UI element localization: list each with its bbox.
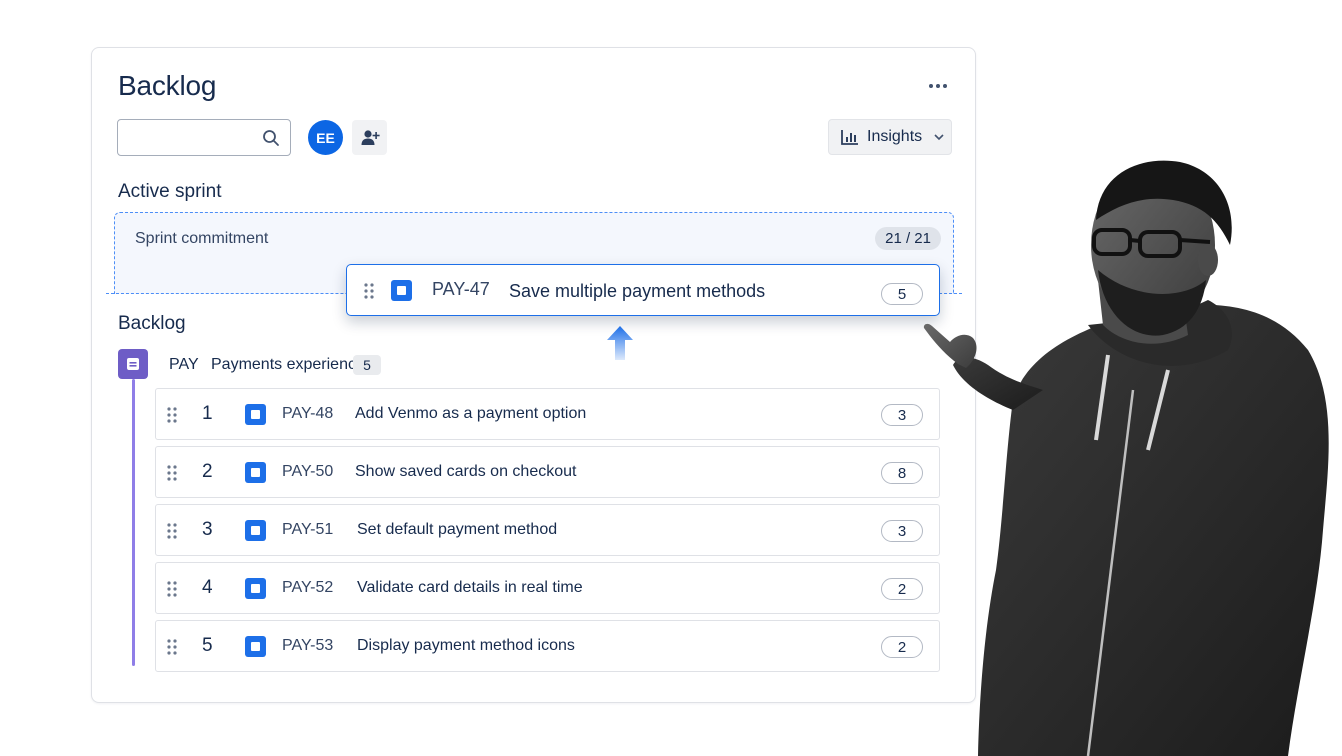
issue-key[interactable]: PAY-52 [282, 579, 333, 597]
backlog-item-3[interactable]: 3 PAY-51 Set default payment method 3 [155, 504, 940, 556]
epic-name[interactable]: Payments experience [211, 356, 365, 374]
bar-chart-icon [841, 130, 858, 145]
story-points[interactable]: 5 [881, 283, 923, 305]
story-points[interactable]: 2 [881, 578, 923, 600]
drag-handle-icon[interactable] [166, 522, 178, 540]
story-icon [245, 578, 266, 599]
dragged-issue-card[interactable]: PAY-47 Save multiple payment methods 5 [346, 264, 940, 316]
issue-key[interactable]: PAY-51 [282, 521, 333, 539]
issue-summary[interactable]: Save multiple payment methods [509, 281, 765, 302]
issue-summary[interactable]: Add Venmo as a payment option [355, 405, 586, 423]
backlog-item-4[interactable]: 4 PAY-52 Validate card details in real t… [155, 562, 940, 614]
item-rank: 1 [202, 403, 213, 424]
issue-key[interactable]: PAY-50 [282, 463, 333, 481]
active-sprint-title: Active sprint [118, 181, 222, 202]
presenter-photo [923, 160, 1329, 756]
issue-summary[interactable]: Validate card details in real time [357, 579, 583, 597]
sprint-commitment-label: Sprint commitment [135, 230, 269, 247]
drag-handle-icon[interactable] [166, 406, 178, 424]
item-rank: 2 [202, 461, 213, 482]
avatar[interactable]: EE [308, 120, 343, 155]
story-icon [245, 520, 266, 541]
item-rank: 4 [202, 577, 213, 598]
insights-label: Insights [867, 128, 923, 145]
issue-summary[interactable]: Display payment method icons [357, 637, 575, 655]
story-points[interactable]: 3 [881, 404, 923, 426]
add-people-button[interactable] [352, 120, 387, 155]
drag-handle-icon[interactable] [166, 580, 178, 598]
more-actions-button[interactable] [922, 74, 954, 98]
issue-summary[interactable]: Set default payment method [357, 521, 557, 539]
item-rank: 3 [202, 519, 213, 540]
story-icon [245, 404, 266, 425]
epic-issue-count: 5 [353, 355, 381, 375]
search-icon [263, 130, 279, 146]
backlog-item-2[interactable]: 2 PAY-50 Show saved cards on checkout 8 [155, 446, 940, 498]
drag-handle-icon[interactable] [166, 464, 178, 482]
chevron-down-icon [934, 134, 944, 141]
story-points[interactable]: 2 [881, 636, 923, 658]
story-icon [245, 462, 266, 483]
add-person-icon [361, 129, 380, 145]
story-icon [391, 280, 412, 301]
story-icon [245, 636, 266, 657]
drag-handle-icon[interactable] [363, 282, 375, 300]
drag-handle-icon[interactable] [166, 638, 178, 656]
backlog-item-1[interactable]: 1 PAY-48 Add Venmo as a payment option 3 [155, 388, 940, 440]
page-title: Backlog [118, 70, 217, 101]
issue-key[interactable]: PAY-47 [432, 279, 490, 300]
issue-summary[interactable]: Show saved cards on checkout [355, 463, 576, 481]
backlog-section-title: Backlog [118, 313, 186, 334]
epic-line [132, 379, 135, 666]
backlog-item-5[interactable]: 5 PAY-53 Display payment method icons 2 [155, 620, 940, 672]
more-icon [929, 84, 933, 88]
search-input[interactable] [126, 120, 256, 153]
item-rank: 5 [202, 635, 213, 656]
epic-key: PAY [169, 356, 199, 373]
story-points[interactable]: 8 [881, 462, 923, 484]
epic-icon[interactable] [118, 349, 148, 379]
issue-key[interactable]: PAY-48 [282, 405, 333, 423]
story-points[interactable]: 3 [881, 520, 923, 542]
backlog-panel: Backlog EE Insights Active sprint Sprint… [91, 47, 976, 703]
issue-key[interactable]: PAY-53 [282, 637, 333, 655]
search-field[interactable] [117, 119, 291, 156]
arrow-up-icon [607, 326, 633, 360]
